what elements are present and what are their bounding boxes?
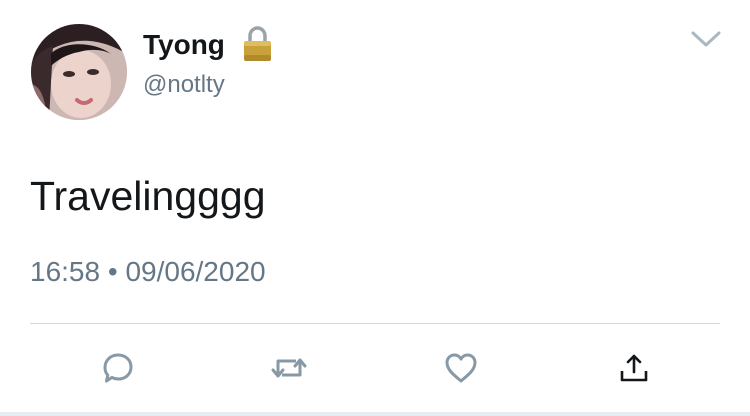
bottom-border bbox=[0, 412, 750, 416]
user-handle[interactable]: @notlty bbox=[143, 70, 225, 100]
tweet-card: Tyong @notlty Travelingggg 16:58 • 09/06… bbox=[0, 0, 750, 416]
reply-icon bbox=[103, 353, 133, 383]
share-icon bbox=[620, 354, 648, 382]
display-name[interactable]: Tyong bbox=[143, 28, 225, 62]
tweet-text: Travelingggg bbox=[30, 173, 266, 219]
tweet-timestamp[interactable]: 16:58 • 09/06/2020 bbox=[30, 254, 266, 290]
chevron-down-icon[interactable] bbox=[689, 27, 723, 51]
retweet-button[interactable] bbox=[269, 348, 309, 388]
avatar[interactable] bbox=[31, 24, 127, 120]
share-button[interactable] bbox=[614, 348, 654, 388]
timestamp-separator: • bbox=[107, 256, 118, 287]
avatar-image bbox=[31, 24, 127, 120]
tweet-time: 16:58 bbox=[30, 256, 101, 287]
like-button[interactable] bbox=[441, 348, 481, 388]
reply-button[interactable] bbox=[98, 348, 138, 388]
lock-icon bbox=[244, 26, 271, 61]
heart-icon bbox=[445, 353, 477, 383]
retweet-icon bbox=[271, 358, 307, 378]
divider bbox=[30, 323, 720, 324]
tweet-date: 09/06/2020 bbox=[125, 256, 266, 287]
